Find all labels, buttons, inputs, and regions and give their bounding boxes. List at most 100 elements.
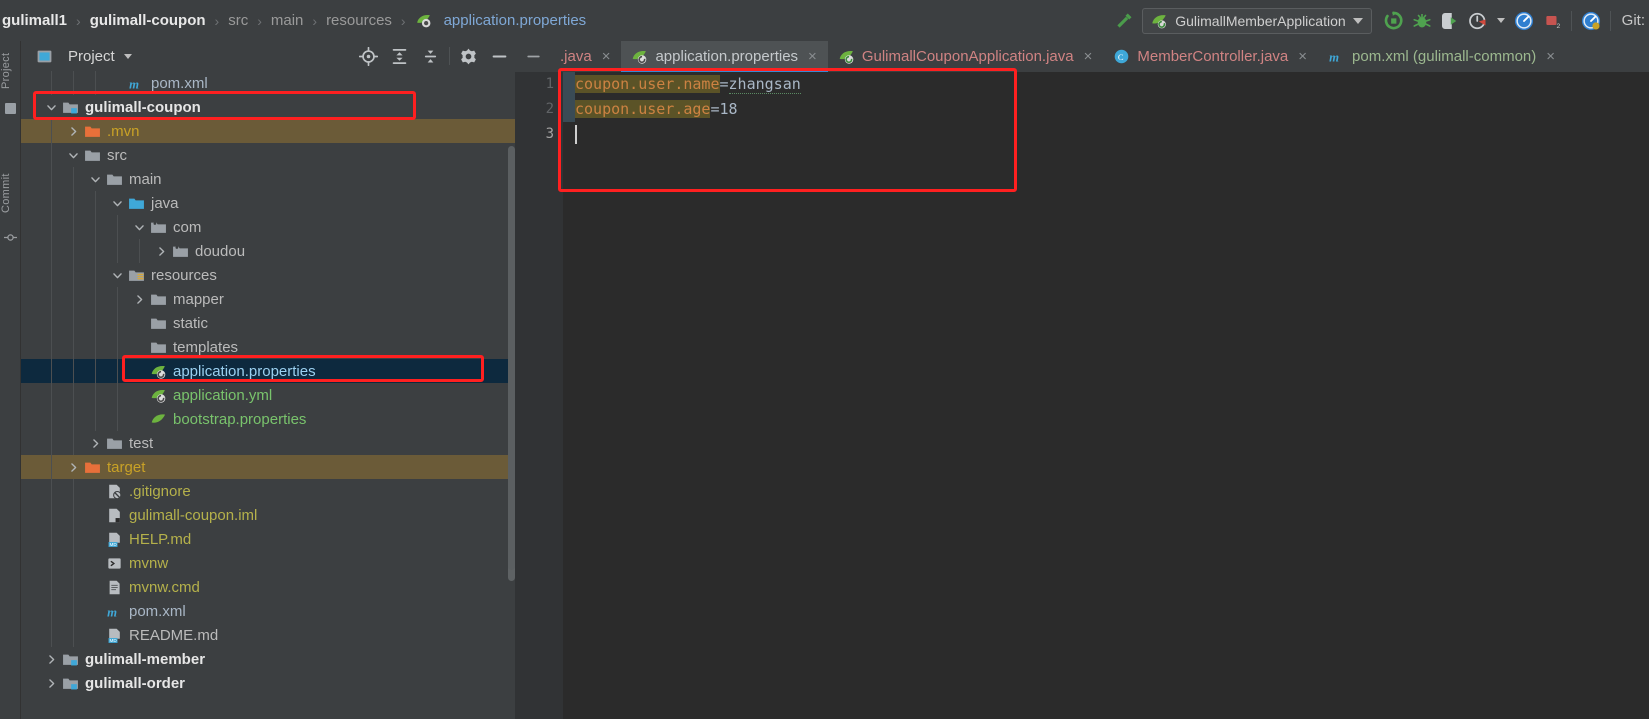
dashboard-icon[interactable]	[1510, 7, 1538, 35]
tree-item-doudou[interactable]: doudou	[21, 239, 515, 263]
code-content[interactable]: coupon.user.name=zhangsan coupon.user.age…	[575, 72, 1649, 719]
close-icon[interactable]: ×	[806, 49, 817, 64]
breadcrumb-item-gulimall-coupon[interactable]: gulimall-coupon	[88, 12, 208, 29]
tree-item-application-properties[interactable]: application.properties	[21, 359, 515, 383]
chevron-right-icon[interactable]	[45, 653, 58, 666]
tree-item-mapper[interactable]: mapper	[21, 287, 515, 311]
project-title-dropdown[interactable]: Project	[21, 47, 132, 65]
breadcrumb-item-application-properties[interactable]: application.properties	[413, 12, 589, 30]
crosshair-target-icon[interactable]	[353, 41, 384, 71]
project-panel-actions	[353, 41, 515, 71]
tree-item-com[interactable]: com	[21, 215, 515, 239]
close-icon[interactable]: ×	[600, 49, 611, 64]
chevron-right-icon[interactable]	[89, 437, 102, 450]
dashboard-search-icon[interactable]	[1577, 7, 1605, 35]
coverage-icon[interactable]	[1436, 7, 1464, 35]
chevron-right-icon[interactable]	[67, 461, 80, 474]
tree-indent-guide	[95, 383, 96, 407]
editor-tab-pom-xml-gulimall-common[interactable]: m pom.xml (gulimall-common) ×	[1318, 41, 1566, 72]
tree-item-resources[interactable]: resources	[21, 263, 515, 287]
expand-all-icon[interactable]	[384, 41, 415, 71]
close-icon[interactable]: ×	[1082, 49, 1093, 64]
chevron-down-icon[interactable]	[45, 101, 58, 114]
tree-item-bootstrap-properties[interactable]: bootstrap.properties	[21, 407, 515, 431]
tree-indent-guide	[139, 239, 140, 263]
tree-indent-guide	[73, 287, 74, 311]
breadcrumb-separator: ›	[214, 12, 220, 29]
tree-item-label: .gitignore	[129, 482, 191, 500]
hammer-icon[interactable]	[1110, 7, 1138, 35]
code-editor[interactable]: 123 coupon.user.name=zhangsan coupon.user…	[515, 72, 1649, 719]
editor-tab-membercontroller-java[interactable]: C MemberController.java ×	[1103, 41, 1318, 72]
tree-item-readme-md[interactable]: MD README.md	[21, 623, 515, 647]
close-icon[interactable]: ×	[1544, 49, 1555, 64]
chevron-down-icon[interactable]	[1492, 7, 1510, 35]
tree-item-main[interactable]: main	[21, 167, 515, 191]
tree-item-gulimall-coupon-iml[interactable]: gulimall-coupon.iml	[21, 503, 515, 527]
tree-item-test[interactable]: test	[21, 431, 515, 455]
run-icon[interactable]	[1380, 7, 1408, 35]
tree-item-java[interactable]: java	[21, 191, 515, 215]
chevron-down-icon[interactable]	[133, 221, 146, 234]
breadcrumb-item-src[interactable]: src	[226, 12, 250, 29]
tree-item-pom-xml[interactable]: m pom.xml	[21, 71, 515, 95]
editor-scrollbar[interactable]	[508, 146, 515, 570]
tree-item-mvnw-cmd[interactable]: mvnw.cmd	[21, 575, 515, 599]
editor-tab-gulimallcouponapplication-java[interactable]: GulimallCouponApplication.java ×	[828, 41, 1104, 72]
commit-icon[interactable]	[4, 231, 17, 244]
tree-item-templates[interactable]: templates	[21, 335, 515, 359]
tree-item-application-yml[interactable]: application.yml	[21, 383, 515, 407]
tree-item-gulimall-coupon[interactable]: gulimall-coupon	[21, 95, 515, 119]
project-window-icon[interactable]	[5, 103, 16, 114]
tree-item-gulimall-member[interactable]: gulimall-member	[21, 647, 515, 671]
tool-strip-commit[interactable]: Commit	[0, 163, 21, 223]
collapse-all-icon[interactable]	[415, 41, 446, 71]
editor-tab-application-properties[interactable]: application.properties ×	[621, 41, 829, 72]
minus-icon[interactable]	[484, 41, 515, 71]
debug-bug-icon[interactable]	[1408, 7, 1436, 35]
project-file-tree[interactable]: m pom.xml gulimall-coupon .mvn src main java co…	[21, 71, 515, 719]
tool-strip-project[interactable]: Project	[0, 43, 21, 99]
chevron-right-icon[interactable]	[155, 245, 168, 258]
profiler-icon[interactable]	[1464, 7, 1492, 35]
code-line[interactable]: coupon.user.age=18	[575, 97, 1649, 122]
maven-xml-icon: m	[127, 74, 145, 92]
chevron-down-icon[interactable]	[111, 269, 124, 282]
tree-indent-guide	[51, 599, 52, 623]
close-icon[interactable]: ×	[1296, 49, 1307, 64]
tree-item-gulimall-order[interactable]: gulimall-order	[21, 671, 515, 695]
run-configuration-selector[interactable]: GulimallMemberApplication	[1142, 7, 1372, 34]
tree-item-target[interactable]: target	[21, 455, 515, 479]
code-line[interactable]: coupon.user.name=zhangsan	[575, 72, 1649, 97]
tree-item-gitignore[interactable]: .gitignore	[21, 479, 515, 503]
tree-item-static[interactable]: static	[21, 311, 515, 335]
tree-indent-guide	[73, 431, 74, 455]
tree-indent-guide	[73, 407, 74, 431]
spring-properties-icon	[149, 386, 167, 404]
tree-item-mvn[interactable]: .mvn	[21, 119, 515, 143]
minus-icon[interactable]	[515, 41, 550, 72]
run-configuration-label: GulimallMemberApplication	[1175, 12, 1346, 29]
tree-indent-guide	[73, 527, 74, 551]
tree-item-label: pom.xml	[129, 602, 186, 620]
tree-item-mvnw[interactable]: mvnw	[21, 551, 515, 575]
chevron-right-icon[interactable]	[45, 677, 58, 690]
tree-item-src[interactable]: src	[21, 143, 515, 167]
chevron-right-icon[interactable]	[67, 125, 80, 138]
spring-properties-icon	[149, 362, 167, 380]
breadcrumb-item-gulimall1[interactable]: gulimall1	[0, 12, 69, 29]
editor-tab-label: MemberController.java	[1137, 48, 1289, 65]
breadcrumb-item-main[interactable]: main	[269, 12, 306, 29]
chevron-right-icon[interactable]	[133, 293, 146, 306]
chevron-down-icon[interactable]	[89, 173, 102, 186]
stop-square-icon[interactable]: 2	[1538, 7, 1566, 35]
tree-item-help-md[interactable]: MD HELP.md	[21, 527, 515, 551]
gear-icon[interactable]	[453, 41, 484, 71]
breadcrumb-item-resources[interactable]: resources	[324, 12, 394, 29]
chevron-down-icon[interactable]	[67, 149, 80, 162]
tree-indent-guide	[73, 71, 74, 95]
chevron-down-icon[interactable]	[111, 197, 124, 210]
tree-item-pom-xml[interactable]: m pom.xml	[21, 599, 515, 623]
editor-tab-java[interactable]: .java ×	[550, 41, 621, 72]
code-line[interactable]	[575, 122, 1649, 147]
